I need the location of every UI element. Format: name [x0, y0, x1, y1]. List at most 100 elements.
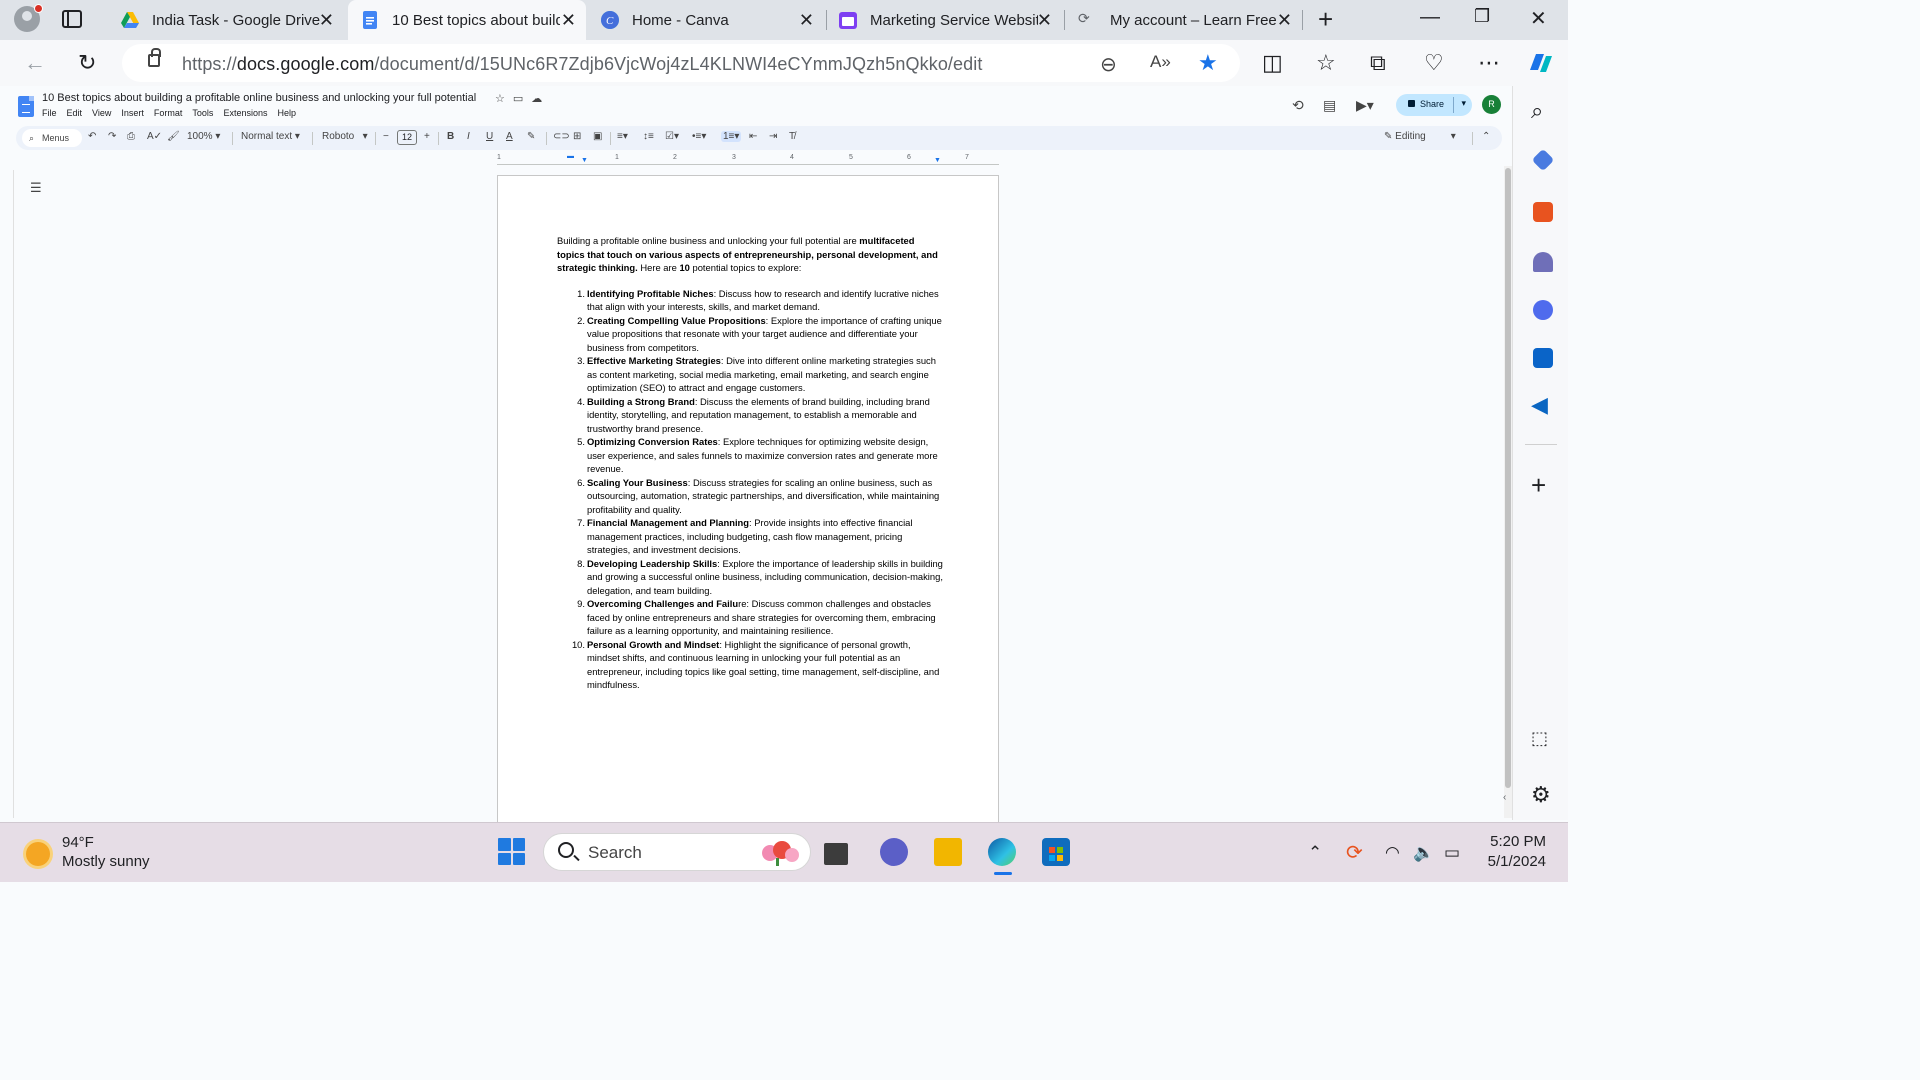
- close-tab-icon[interactable]: ✕: [561, 10, 576, 31]
- menu-help[interactable]: Help: [277, 108, 296, 118]
- bold-icon[interactable]: B: [447, 131, 454, 142]
- bulleted-list-icon[interactable]: •≡▾: [692, 131, 706, 142]
- close-tab-icon[interactable]: ✕: [1277, 10, 1292, 31]
- comments-icon[interactable]: ▤: [1323, 97, 1336, 114]
- tab-actions-icon[interactable]: [62, 10, 82, 28]
- tools-briefcase-icon[interactable]: [1533, 202, 1553, 222]
- new-tab-icon[interactable]: +: [1318, 4, 1333, 35]
- split-screen-icon[interactable]: ◫: [1262, 50, 1283, 76]
- print-icon[interactable]: ⎙: [127, 131, 135, 142]
- favorite-star-icon[interactable]: ★: [1198, 50, 1218, 76]
- right-indent-marker[interactable]: ▼: [934, 157, 941, 164]
- read-aloud-icon[interactable]: A»: [1150, 52, 1171, 72]
- windows-start-icon[interactable]: [498, 838, 525, 865]
- undo-icon[interactable]: ↶: [88, 131, 96, 142]
- menu-format[interactable]: Format: [154, 108, 183, 118]
- tab-google-docs[interactable]: 10 Best topics about building a profitab…: [348, 0, 586, 40]
- menu-view[interactable]: View: [92, 108, 111, 118]
- show-hidden-icons-icon[interactable]: ⌃: [1308, 843, 1322, 863]
- text-color-icon[interactable]: A: [506, 131, 513, 142]
- close-tab-icon[interactable]: ✕: [799, 10, 814, 31]
- weather-sun-icon[interactable]: [26, 842, 50, 866]
- chevron-down-icon[interactable]: ▾: [1461, 98, 1466, 109]
- docs-logo-icon[interactable]: [18, 96, 34, 117]
- close-tab-icon[interactable]: ✕: [319, 10, 334, 31]
- minimize-icon[interactable]: —: [1420, 6, 1440, 29]
- back-icon[interactable]: ←: [24, 50, 46, 76]
- copilot-icon[interactable]: [1526, 50, 1554, 76]
- document-body[interactable]: Building a profitable online business an…: [557, 234, 943, 692]
- font-select[interactable]: Roboto ▾: [322, 131, 368, 142]
- star-icon[interactable]: ☆: [495, 93, 513, 105]
- tab-canva[interactable]: C Home - Canva ✕: [588, 0, 824, 40]
- file-explorer-icon[interactable]: [934, 838, 962, 866]
- share-button[interactable]: Share ▾: [1396, 94, 1472, 116]
- browser-essentials-icon[interactable]: ♡: [1424, 50, 1444, 76]
- profile-avatar[interactable]: [14, 4, 43, 32]
- checklist-icon[interactable]: ☑▾: [665, 131, 679, 142]
- line-spacing-icon[interactable]: ↕≡: [643, 131, 654, 142]
- tab-google-drive[interactable]: India Task - Google Drive ✕: [108, 0, 344, 40]
- first-line-indent-marker[interactable]: ▼: [581, 157, 588, 164]
- search-icon[interactable]: ⌕: [1531, 98, 1543, 124]
- hide-sidebar-icon[interactable]: ‹: [1503, 792, 1506, 803]
- decrease-indent-icon[interactable]: ⇤: [749, 131, 757, 142]
- screenshot-icon[interactable]: ⬚: [1531, 728, 1548, 749]
- italic-icon[interactable]: I: [467, 131, 470, 142]
- zoom-out-icon[interactable]: ⊖: [1100, 52, 1117, 77]
- numbered-list-icon[interactable]: 1≡▾: [721, 131, 742, 142]
- close-tab-icon[interactable]: ✕: [1037, 10, 1052, 31]
- task-view-icon[interactable]: [824, 843, 848, 865]
- menu-tools[interactable]: Tools: [192, 108, 213, 118]
- tab-my-account[interactable]: ⟳ My account – Learn Free ✕: [1066, 0, 1302, 40]
- menus-search[interactable]: ⌕ Menus: [22, 129, 82, 147]
- lock-icon[interactable]: [148, 48, 161, 67]
- vertical-scrollbar[interactable]: [1504, 166, 1512, 818]
- cloud-saved-icon[interactable]: ☁: [531, 93, 550, 105]
- edge-browser-icon[interactable]: [988, 838, 1016, 866]
- insert-image-icon[interactable]: ▣: [593, 131, 602, 142]
- weather-description[interactable]: Mostly sunny: [62, 853, 150, 870]
- zoom-select[interactable]: 100% ▾: [187, 131, 220, 142]
- spellcheck-icon[interactable]: A✓: [147, 131, 162, 142]
- left-indent-marker[interactable]: ▬: [567, 153, 574, 160]
- menu-edit[interactable]: Edit: [67, 108, 83, 118]
- clock-date[interactable]: 5/1/2024: [1482, 853, 1546, 870]
- microsoft-365-icon[interactable]: [1533, 300, 1553, 320]
- outlook-icon[interactable]: [1533, 348, 1553, 368]
- settings-more-icon[interactable]: ⋯: [1478, 50, 1500, 76]
- redo-icon[interactable]: ↷: [108, 131, 116, 142]
- refresh-icon[interactable]: ↻: [78, 50, 96, 76]
- move-folder-icon[interactable]: ▭: [513, 93, 531, 105]
- games-icon[interactable]: [1533, 252, 1553, 272]
- add-comment-icon[interactable]: ⊞: [573, 131, 581, 142]
- restore-icon[interactable]: ❐: [1474, 6, 1490, 27]
- align-icon[interactable]: ≡▾: [617, 131, 628, 142]
- wifi-icon[interactable]: ◠: [1385, 843, 1400, 863]
- menu-insert[interactable]: Insert: [121, 108, 144, 118]
- url-text[interactable]: https://docs.google.com/document/d/15UNc…: [182, 54, 982, 75]
- user-avatar[interactable]: R: [1482, 95, 1501, 114]
- tab-marketing-service[interactable]: Marketing Service Website ✕: [826, 0, 1062, 40]
- collapse-menus-icon[interactable]: ⌃: [1482, 131, 1490, 142]
- editing-mode-select[interactable]: ✎ Editing ▾: [1384, 131, 1456, 142]
- version-history-icon[interactable]: ⟲: [1292, 97, 1304, 114]
- teams-chat-icon[interactable]: [880, 838, 908, 866]
- scrollbar-thumb[interactable]: [1505, 168, 1511, 788]
- increase-indent-icon[interactable]: ⇥: [769, 131, 777, 142]
- font-size-input[interactable]: 12: [397, 130, 417, 145]
- link-icon[interactable]: ⊂⊃: [553, 131, 570, 142]
- battery-icon[interactable]: ▭: [1444, 843, 1460, 863]
- clock-time[interactable]: 5:20 PM: [1490, 833, 1546, 850]
- meet-icon[interactable]: ▶▾: [1356, 97, 1374, 114]
- document-outline-icon[interactable]: ☰: [30, 180, 42, 196]
- add-sidebar-app-icon[interactable]: +: [1531, 470, 1546, 501]
- sidebar-settings-icon[interactable]: ⚙: [1531, 782, 1551, 808]
- favorites-icon[interactable]: ☆: [1316, 50, 1336, 76]
- volume-icon[interactable]: 🔈: [1413, 843, 1434, 863]
- address-bar[interactable]: https://docs.google.com/document/d/15UNc…: [122, 44, 1240, 82]
- taskbar-search[interactable]: Search: [543, 833, 811, 871]
- document-title[interactable]: 10 Best topics about building a profitab…: [42, 92, 476, 104]
- menu-extensions[interactable]: Extensions: [223, 108, 267, 118]
- shopping-tag-icon[interactable]: [1531, 148, 1555, 172]
